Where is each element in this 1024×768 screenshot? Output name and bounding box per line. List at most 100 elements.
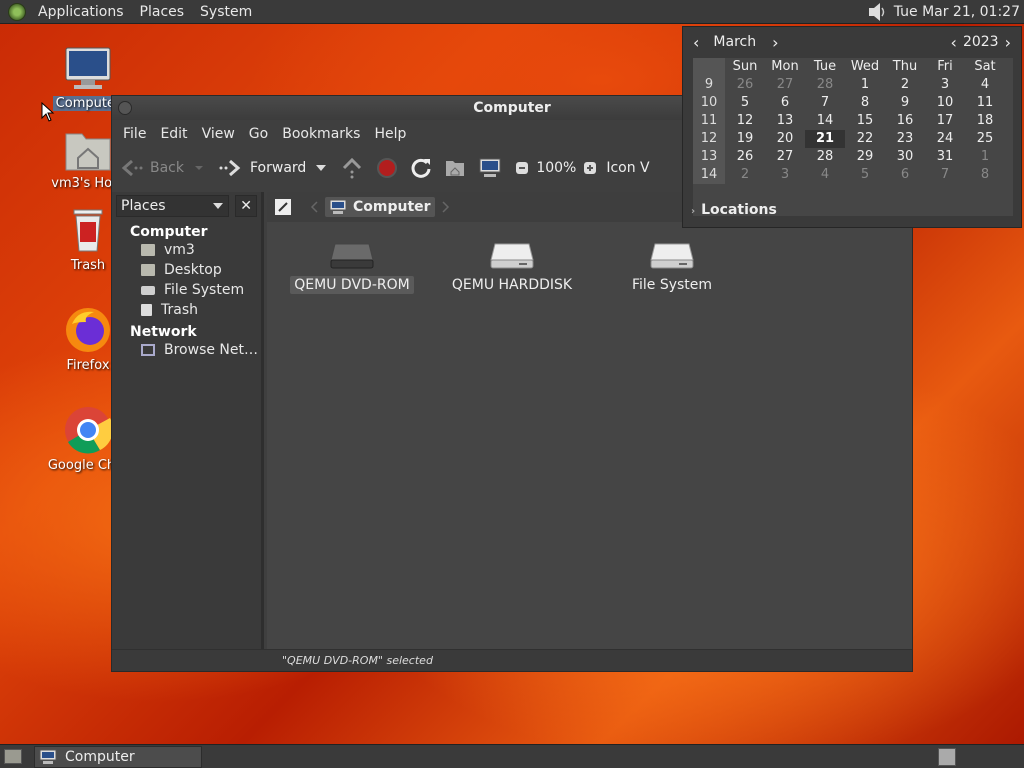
menu-help[interactable]: Help [367, 126, 413, 142]
calendar-day[interactable]: 25 [965, 130, 1005, 148]
chevron-down-icon [213, 203, 224, 209]
drive-harddisk[interactable]: QEMU HARDDISK [437, 240, 587, 294]
calendar-day[interactable]: 28 [805, 148, 845, 166]
taskbar-item-computer[interactable]: Computer [34, 746, 202, 768]
menu-places[interactable]: Places [132, 0, 193, 24]
calendar-day[interactable]: 5 [725, 94, 765, 112]
calendar-day[interactable]: 11 [965, 94, 1005, 112]
calendar-day[interactable]: 27 [765, 76, 805, 94]
calendar-week: 9 26 27 28 1 2 3 4 [693, 76, 1013, 94]
show-desktop-icon[interactable] [4, 749, 22, 764]
chevron-down-icon[interactable] [192, 163, 206, 173]
back-button[interactable]: Back [120, 159, 206, 177]
calendar-day[interactable]: 7 [805, 94, 845, 112]
menu-view[interactable]: View [195, 126, 242, 142]
sidebar-item-trash[interactable]: Trash [112, 300, 261, 320]
calendar-day[interactable]: 27 [765, 148, 805, 166]
calendar-day[interactable]: 30 [885, 148, 925, 166]
calendar-day[interactable]: 1 [845, 76, 885, 94]
calendar-day[interactable]: 6 [885, 166, 925, 184]
calendar-day[interactable]: 31 [925, 148, 965, 166]
calendar-day[interactable]: 4 [965, 76, 1005, 94]
chrome-icon [65, 407, 113, 454]
calendar-day[interactable]: 12 [725, 112, 765, 130]
breadcrumb-computer[interactable]: Computer [325, 197, 435, 217]
close-icon[interactable]: ✕ [235, 195, 257, 217]
calendar-day[interactable]: 19 [725, 130, 765, 148]
calendar-day[interactable]: 9 [885, 94, 925, 112]
calendar-day[interactable]: 22 [845, 130, 885, 148]
icon-view[interactable]: Computer QEMU DVD-ROM QEMU HARDDISK File… [267, 192, 912, 651]
calendar-day[interactable]: 14 [805, 112, 845, 130]
drive-label: File System [631, 277, 713, 293]
prev-month-button[interactable]: ‹ [693, 33, 699, 52]
edit-location-icon[interactable] [273, 197, 293, 217]
calendar-day[interactable]: 26 [725, 148, 765, 166]
next-month-button[interactable]: › [772, 33, 778, 52]
stop-icon[interactable] [376, 157, 398, 179]
sidebar-section-computer: Computer [130, 224, 208, 240]
harddisk-icon [141, 285, 155, 295]
menu-go[interactable]: Go [242, 126, 275, 142]
calendar-day[interactable]: 15 [845, 112, 885, 130]
computer-icon[interactable] [478, 157, 502, 179]
menu-applications[interactable]: Applications [30, 0, 132, 24]
reload-icon[interactable] [410, 157, 432, 179]
panel-clock[interactable]: Tue Mar 21, 01:27 [888, 4, 1024, 20]
distro-logo-icon[interactable] [8, 2, 26, 21]
arrow-left-icon [121, 159, 143, 177]
calendar-day[interactable]: 17 [925, 112, 965, 130]
menu-system[interactable]: System [192, 0, 260, 24]
calendar-day[interactable]: 24 [925, 130, 965, 148]
calendar-day[interactable]: 18 [965, 112, 1005, 130]
calendar-day[interactable]: 16 [885, 112, 925, 130]
menu-file[interactable]: File [116, 126, 153, 142]
chevron-right-icon[interactable] [437, 200, 453, 214]
calendar-day[interactable]: 29 [845, 148, 885, 166]
home-icon[interactable] [444, 158, 466, 178]
calendar-day[interactable]: 7 [925, 166, 965, 184]
view-mode-select[interactable]: Icon V [606, 160, 649, 176]
calendar-day[interactable]: 20 [765, 130, 805, 148]
calendar-day[interactable]: 3 [925, 76, 965, 94]
drive-file-system[interactable]: File System [597, 240, 747, 294]
volume-icon[interactable] [866, 2, 888, 22]
calendar-day[interactable]: 13 [765, 112, 805, 130]
calendar-day[interactable]: 2 [885, 76, 925, 94]
calendar-day[interactable]: 2 [725, 166, 765, 184]
window-menu-icon[interactable] [118, 101, 132, 115]
zoom-out-icon[interactable] [514, 160, 530, 176]
calendar-week: 14 2 3 4 5 6 7 8 [693, 166, 1013, 184]
calendar-day[interactable]: 23 [885, 130, 925, 148]
menu-edit[interactable]: Edit [153, 126, 194, 142]
calendar-day[interactable]: 5 [845, 166, 885, 184]
calendar-day[interactable]: 10 [925, 94, 965, 112]
calendar-day[interactable]: 6 [765, 94, 805, 112]
sidebar-item-desktop[interactable]: Desktop [112, 260, 261, 280]
chevron-down-icon[interactable] [314, 163, 328, 173]
sidebar-item-vm3[interactable]: vm3 [112, 240, 261, 260]
next-year-button[interactable]: › [1005, 33, 1011, 52]
calendar-locations-expander[interactable]: › Locations [691, 202, 777, 218]
back-label: Back [150, 160, 184, 176]
sidebar-item-browse-network[interactable]: Browse Net… [112, 340, 261, 360]
workspace-switcher[interactable] [938, 748, 956, 766]
calendar-day[interactable]: 28 [805, 76, 845, 94]
calendar-day[interactable]: 1 [965, 148, 1005, 166]
calendar-day[interactable]: 4 [805, 166, 845, 184]
calendar-day[interactable]: 8 [965, 166, 1005, 184]
up-arrow-icon[interactable] [340, 157, 364, 179]
side-pane-selector[interactable]: Places [116, 195, 230, 217]
drive-dvd-rom[interactable]: QEMU DVD-ROM [277, 240, 427, 294]
calendar-day-today[interactable]: 21 [805, 130, 845, 148]
prev-year-button[interactable]: ‹ [951, 33, 957, 52]
forward-button[interactable]: Forward [218, 159, 328, 177]
menu-bookmarks[interactable]: Bookmarks [275, 126, 367, 142]
calendar-day[interactable]: 3 [765, 166, 805, 184]
calendar-day[interactable]: 8 [845, 94, 885, 112]
calendar-day[interactable]: 26 [725, 76, 765, 94]
chevron-left-icon[interactable] [307, 200, 323, 214]
sidebar-item-file-system[interactable]: File System [112, 280, 261, 300]
side-pane-header: Places ✕ [116, 194, 257, 218]
zoom-in-icon[interactable] [582, 160, 598, 176]
